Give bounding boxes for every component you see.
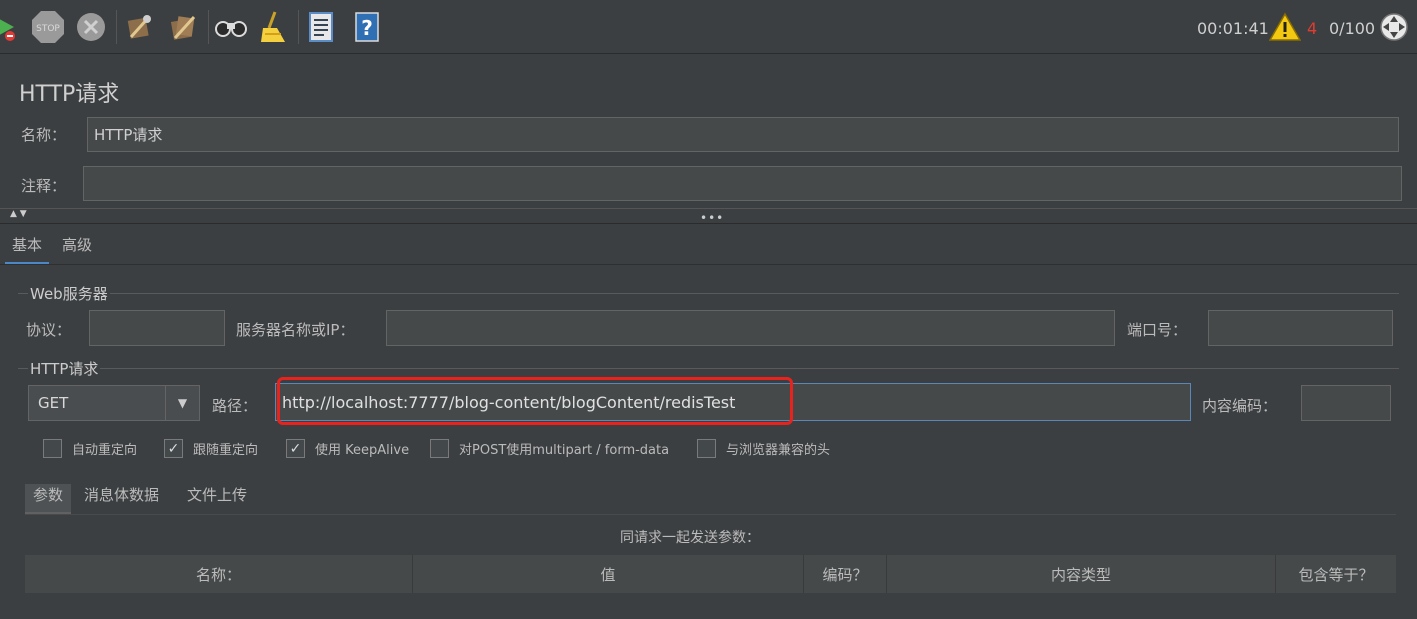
tab-body-data[interactable]: 消息体数据 bbox=[84, 484, 159, 505]
collapse-arrows-icon[interactable]: ▲ ▼ bbox=[10, 209, 27, 219]
table-caption: 同请求一起发送参数： bbox=[620, 530, 760, 546]
warning-count: 4 bbox=[1307, 18, 1318, 38]
splitter[interactable]: ▲ ▼ ••• bbox=[0, 208, 1417, 225]
checkbox-follow-redirects[interactable]: ✓ 跟随重定向 bbox=[164, 439, 258, 458]
checkbox-label: 使用 KeepAlive bbox=[315, 443, 410, 458]
clear-all-icon[interactable] bbox=[166, 10, 200, 44]
column-header-encode[interactable]: 编码？ bbox=[804, 555, 887, 593]
toolbar-separator bbox=[208, 10, 209, 44]
help-icon[interactable]: ? bbox=[350, 10, 384, 44]
checkbox-label: 跟随重定向 bbox=[193, 443, 259, 458]
column-header-content-type[interactable]: 内容类型 bbox=[887, 555, 1276, 593]
comment-label: 注释： bbox=[21, 177, 67, 195]
tab-files-upload[interactable]: 文件上传 bbox=[187, 484, 247, 505]
tab-basic[interactable]: 基本 bbox=[5, 234, 50, 265]
web-server-divider bbox=[18, 293, 1399, 294]
encoding-label: 内容编码： bbox=[1202, 397, 1278, 415]
active-threads: 0/100 bbox=[1329, 18, 1376, 38]
checkmark-icon[interactable]: ✓ bbox=[286, 439, 305, 458]
checkbox-auto-redirect[interactable]: 自动重定向 bbox=[43, 439, 137, 458]
stop-label: STOP bbox=[36, 24, 60, 34]
path-label: 路径： bbox=[212, 397, 258, 415]
protocol-input[interactable] bbox=[89, 310, 225, 346]
reset-search-icon[interactable] bbox=[256, 10, 290, 44]
web-server-title: Web服务器 bbox=[28, 283, 110, 304]
shutdown-icon[interactable] bbox=[74, 10, 108, 44]
run-no-pause-icon[interactable] bbox=[0, 10, 20, 44]
column-header-name[interactable]: 名称： bbox=[25, 555, 413, 593]
table-header: 名称： 值 编码？ 内容类型 包含等于？ bbox=[25, 555, 1396, 593]
toolbar-separator bbox=[116, 10, 117, 44]
svg-text:?: ? bbox=[361, 16, 373, 40]
http-request-divider bbox=[18, 368, 1399, 369]
tab-divider bbox=[0, 264, 1417, 265]
toolbar: STOP ? 00:01:41 4 0/100 bbox=[0, 0, 1417, 54]
page-title: HTTP请求 bbox=[19, 82, 120, 107]
checkbox-box[interactable] bbox=[430, 439, 449, 458]
column-header-value[interactable]: 值 bbox=[413, 555, 804, 593]
port-input[interactable] bbox=[1208, 310, 1393, 346]
checkbox-browser-headers[interactable]: 与浏览器兼容的头 bbox=[697, 439, 830, 458]
http-request-title: HTTP请求 bbox=[28, 358, 101, 379]
stop-icon[interactable]: STOP bbox=[31, 10, 65, 44]
clear-icon[interactable] bbox=[122, 10, 156, 44]
name-input[interactable]: HTTP请求 bbox=[87, 117, 1399, 152]
method-value: GET bbox=[38, 394, 69, 412]
server-label: 服务器名称或IP： bbox=[236, 321, 355, 339]
elapsed-time: 00:01:41 bbox=[1197, 18, 1269, 38]
chevron-down-icon[interactable]: ▼ bbox=[165, 386, 199, 420]
tab-parameters[interactable]: 参数 bbox=[25, 484, 72, 515]
server-input[interactable] bbox=[386, 310, 1115, 346]
checkbox-box[interactable] bbox=[43, 439, 62, 458]
method-select[interactable]: GET ▼ bbox=[28, 385, 200, 421]
toolbar-separator bbox=[298, 10, 299, 44]
path-input[interactable]: http://localhost:7777/blog-content/blogC… bbox=[275, 383, 1191, 421]
checkbox-keepalive[interactable]: ✓ 使用 KeepAlive bbox=[286, 439, 409, 458]
search-icon[interactable] bbox=[214, 10, 248, 44]
checkbox-label: 与浏览器兼容的头 bbox=[726, 443, 831, 458]
port-label: 端口号： bbox=[1127, 321, 1188, 339]
subtab-divider bbox=[25, 514, 1396, 515]
warning-icon[interactable] bbox=[1268, 10, 1302, 44]
checkbox-box[interactable] bbox=[697, 439, 716, 458]
drag-handle-icon[interactable]: ••• bbox=[700, 211, 724, 225]
tab-advanced[interactable]: 高级 bbox=[62, 234, 92, 255]
checkbox-multipart[interactable]: 对POST使用multipart / form-data bbox=[430, 439, 669, 458]
checkbox-label: 自动重定向 bbox=[72, 443, 138, 458]
column-header-include-equals[interactable]: 包含等于？ bbox=[1276, 555, 1396, 593]
encoding-input[interactable] bbox=[1301, 385, 1391, 421]
name-label: 名称： bbox=[21, 126, 67, 144]
function-helper-icon[interactable] bbox=[304, 10, 338, 44]
checkmark-icon[interactable]: ✓ bbox=[164, 439, 183, 458]
comment-input[interactable] bbox=[83, 166, 1402, 201]
protocol-label: 协议： bbox=[26, 321, 72, 339]
checkbox-label: 对POST使用multipart / form-data bbox=[459, 443, 670, 458]
remote-start-icon[interactable] bbox=[1377, 10, 1411, 44]
